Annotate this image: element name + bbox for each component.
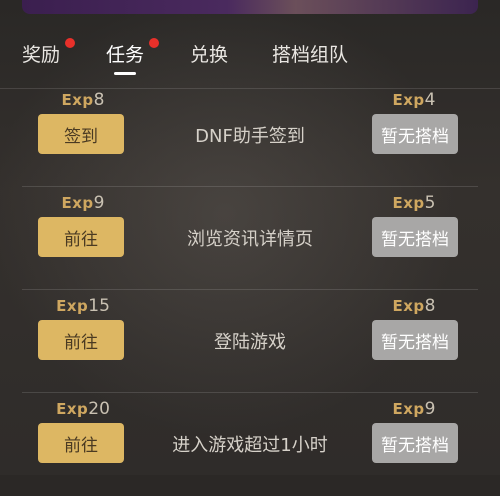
task-exp-reward: Exp8 — [38, 90, 128, 110]
task-row: Exp15 前往 登陆游戏 Exp8 暂无搭档 — [22, 290, 478, 393]
task-title: 进入游戏超过1小时 — [172, 435, 328, 456]
exp-value: 4 — [424, 90, 436, 110]
exp-tag: Exp — [392, 91, 425, 109]
exp-tag: Exp — [56, 400, 89, 418]
tab-exchange[interactable]: 兑换 — [190, 40, 228, 67]
task-row: Exp8 签到 DNF助手签到 Exp4 暂无搭档 — [22, 84, 478, 187]
partner-exp-reward: Exp4 — [372, 90, 456, 110]
partner-exp-reward: Exp8 — [372, 296, 456, 316]
tab-rewards-badge — [65, 38, 75, 48]
exp-value: 8 — [93, 90, 105, 110]
exp-value: 9 — [93, 193, 105, 213]
tab-rewards-label: 奖励 — [22, 44, 61, 66]
task-row: Exp20 前往 进入游戏超过1小时 Exp9 暂无搭档 — [22, 393, 478, 496]
task-exp-reward: Exp9 — [38, 193, 128, 213]
exp-value: 20 — [88, 399, 110, 419]
task-title: DNF助手签到 — [195, 126, 305, 147]
exp-tag: Exp — [61, 194, 94, 212]
tab-exchange-label: 兑换 — [190, 44, 229, 66]
no-partner-button[interactable]: 暂无搭档 — [372, 217, 458, 257]
go-button[interactable]: 前往 — [38, 423, 124, 463]
no-partner-button[interactable]: 暂无搭档 — [372, 320, 458, 360]
active-tab-indicator — [114, 72, 136, 75]
tab-tasks-badge — [149, 38, 159, 48]
partner-exp-reward: Exp9 — [372, 399, 456, 419]
exp-tag: Exp — [61, 91, 94, 109]
tab-rewards[interactable]: 奖励 — [22, 40, 60, 67]
task-title: 浏览资讯详情页 — [187, 229, 313, 250]
task-exp-reward: Exp20 — [38, 399, 128, 419]
tab-bar: 奖励 任务 兑换 搭档组队 — [0, 36, 500, 88]
exp-tag: Exp — [392, 297, 425, 315]
go-button[interactable]: 前往 — [38, 320, 124, 360]
task-exp-reward: Exp15 — [38, 296, 128, 316]
tab-tasks-label: 任务 — [106, 44, 145, 66]
exp-value: 9 — [424, 399, 436, 419]
checkin-button[interactable]: 签到 — [38, 114, 124, 154]
exp-value: 8 — [424, 296, 436, 316]
exp-tag: Exp — [392, 400, 425, 418]
exp-tag: Exp — [56, 297, 89, 315]
tab-tasks[interactable]: 任务 — [106, 40, 144, 67]
no-partner-button[interactable]: 暂无搭档 — [372, 114, 458, 154]
top-banner-image — [22, 0, 478, 14]
partner-exp-reward: Exp5 — [372, 193, 456, 213]
task-title: 登陆游戏 — [214, 332, 286, 353]
tab-partner-team-label: 搭档组队 — [272, 44, 349, 66]
exp-value: 15 — [88, 296, 110, 316]
exp-tag: Exp — [392, 194, 425, 212]
go-button[interactable]: 前往 — [38, 217, 124, 257]
task-row: Exp9 前往 浏览资讯详情页 Exp5 暂无搭档 — [22, 187, 478, 290]
tab-partner-team[interactable]: 搭档组队 — [272, 40, 348, 67]
exp-value: 5 — [424, 193, 436, 213]
no-partner-button[interactable]: 暂无搭档 — [372, 423, 458, 463]
